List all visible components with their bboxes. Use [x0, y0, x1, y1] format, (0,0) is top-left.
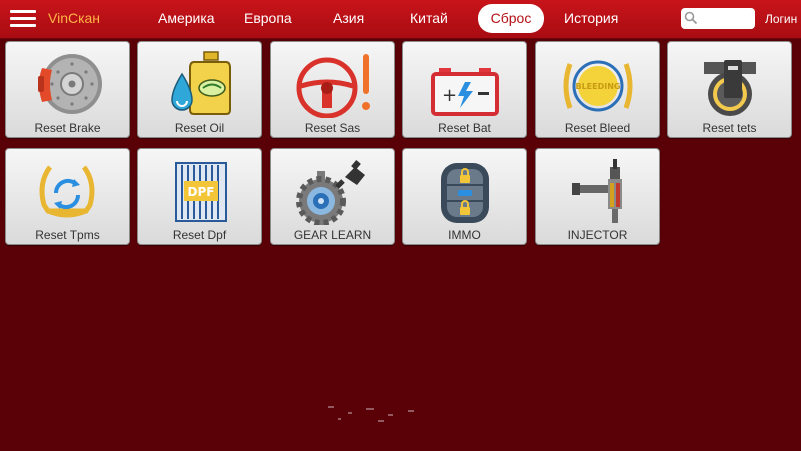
tile-label: Reset tets	[702, 121, 757, 135]
search-input[interactable]	[681, 8, 755, 29]
gear-learn-tile[interactable]: GEAR LEARN	[270, 148, 395, 245]
bleeding-icon: BLEEDING	[563, 60, 633, 112]
tile-label: Reset Dpf	[172, 228, 227, 242]
dpf-filter-icon: DPF	[175, 162, 227, 222]
tile-label: Reset Sas	[304, 121, 361, 135]
tab-reset[interactable]: Сброс	[478, 4, 544, 33]
throttle-body-icon	[704, 60, 756, 116]
tab-europe[interactable]: Европа	[244, 10, 292, 26]
gear-sensor-icon	[296, 160, 365, 225]
reset-tpms-tile[interactable]: Reset Tpms	[5, 148, 130, 245]
tile-label: Reset Bleed	[564, 121, 631, 135]
reset-sas-tile[interactable]: Reset Sas	[270, 41, 395, 138]
reset-bleed-tile[interactable]: BLEEDING Reset Bleed	[535, 41, 660, 138]
tile-label: Reset Tpms	[35, 228, 100, 242]
tile-label: Reset Brake	[34, 121, 101, 135]
menu-icon[interactable]	[10, 9, 36, 29]
tab-america[interactable]: Америка	[158, 10, 215, 26]
svg-text:+: +	[442, 85, 457, 106]
tab-asia[interactable]: Азия	[333, 10, 364, 26]
svg-text:BLEEDING: BLEEDING	[575, 82, 620, 91]
reset-dpf-tile[interactable]: DPF Reset Dpf	[137, 148, 262, 245]
brake-disc-icon	[38, 54, 102, 114]
tab-history[interactable]: История	[564, 10, 618, 26]
tile-label: INJECTOR	[567, 228, 628, 242]
reset-oil-tile[interactable]: Reset Oil	[137, 41, 262, 138]
battery-icon: +	[431, 68, 499, 116]
reset-brake-tile[interactable]: Reset Brake	[5, 41, 130, 138]
app-brand: VinСкан	[48, 10, 101, 26]
immobilizer-icon	[441, 163, 489, 223]
screen-artifact	[328, 406, 414, 422]
immo-tile[interactable]: IMMO	[402, 148, 527, 245]
tile-label: IMMO	[448, 228, 481, 242]
reset-bat-tile[interactable]: + Reset Bat	[402, 41, 527, 138]
login-link[interactable]: Логин	[765, 12, 797, 26]
injector-icon	[572, 159, 622, 223]
tile-label: Reset Bat	[438, 121, 491, 135]
oil-bottle-icon	[171, 51, 231, 115]
tile-label: Reset Oil	[174, 121, 225, 135]
svg-text:DPF: DPF	[188, 185, 215, 199]
injector-tile[interactable]: INJECTOR	[535, 148, 660, 245]
tab-china[interactable]: Китай	[410, 10, 448, 26]
steering-wheel-icon	[296, 54, 370, 118]
tire-pressure-icon	[39, 165, 95, 218]
reset-tets-tile[interactable]: Reset tets	[667, 41, 792, 138]
top-bar: VinСкан Америка Европа Азия Китай Сброс …	[0, 0, 801, 39]
tile-label: GEAR LEARN	[293, 228, 372, 242]
